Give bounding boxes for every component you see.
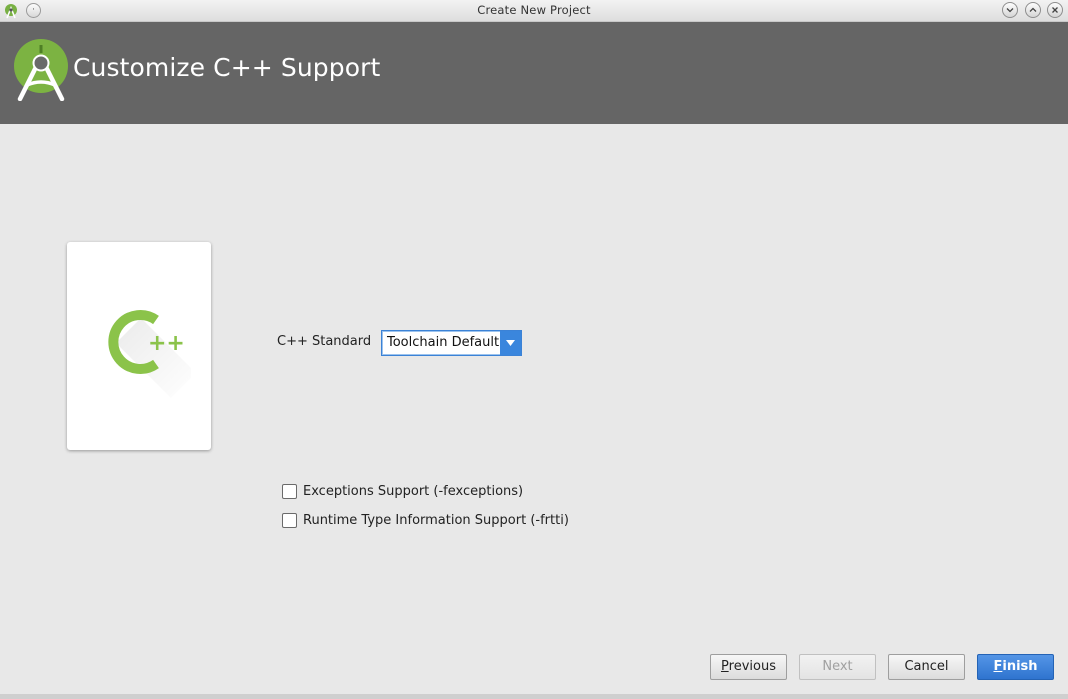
rtti-support-checkbox[interactable]	[282, 512, 297, 528]
cpp-illustration-card: ++	[67, 242, 211, 450]
cpp-standard-value: Toolchain Default	[387, 335, 500, 350]
window-title: Create New Project	[477, 3, 591, 17]
svg-text:++: ++	[148, 331, 185, 356]
cpp-logo: ++	[108, 310, 191, 398]
wizard-header: Customize C++ Support	[0, 22, 1068, 124]
page-title: Customize C++ Support	[73, 53, 381, 82]
android-studio-logo	[14, 39, 68, 101]
close-icon[interactable]	[1047, 2, 1063, 18]
cpp-standard-label: C++ Standard	[277, 334, 372, 349]
previous-label: revious	[728, 659, 776, 674]
maximize-icon[interactable]	[1025, 2, 1041, 18]
window-bottom-edge	[0, 694, 1068, 699]
cpp-standard-dropdown[interactable]: Toolchain Default	[381, 330, 522, 356]
next-button[interactable]: Next	[799, 654, 876, 680]
finish-button[interactable]: Finish	[977, 654, 1054, 680]
rtti-support-option[interactable]: Runtime Type Information Support (-frtti…	[282, 511, 569, 529]
previous-mnemonic: P	[721, 659, 729, 674]
finish-label: inish	[1002, 659, 1038, 674]
exceptions-support-checkbox[interactable]	[282, 483, 297, 499]
rtti-support-label: Runtime Type Information Support (-frtti…	[303, 512, 569, 528]
exceptions-support-label: Exceptions Support (-fexceptions)	[303, 483, 524, 499]
minimize-icon[interactable]	[1002, 2, 1018, 18]
exceptions-support-option[interactable]: Exceptions Support (-fexceptions)	[282, 482, 523, 500]
cancel-button[interactable]: Cancel	[888, 654, 965, 680]
chevron-down-icon[interactable]	[500, 331, 521, 355]
window-titlebar: · Create New Project	[0, 0, 1068, 22]
previous-button[interactable]: Previous	[710, 654, 787, 680]
